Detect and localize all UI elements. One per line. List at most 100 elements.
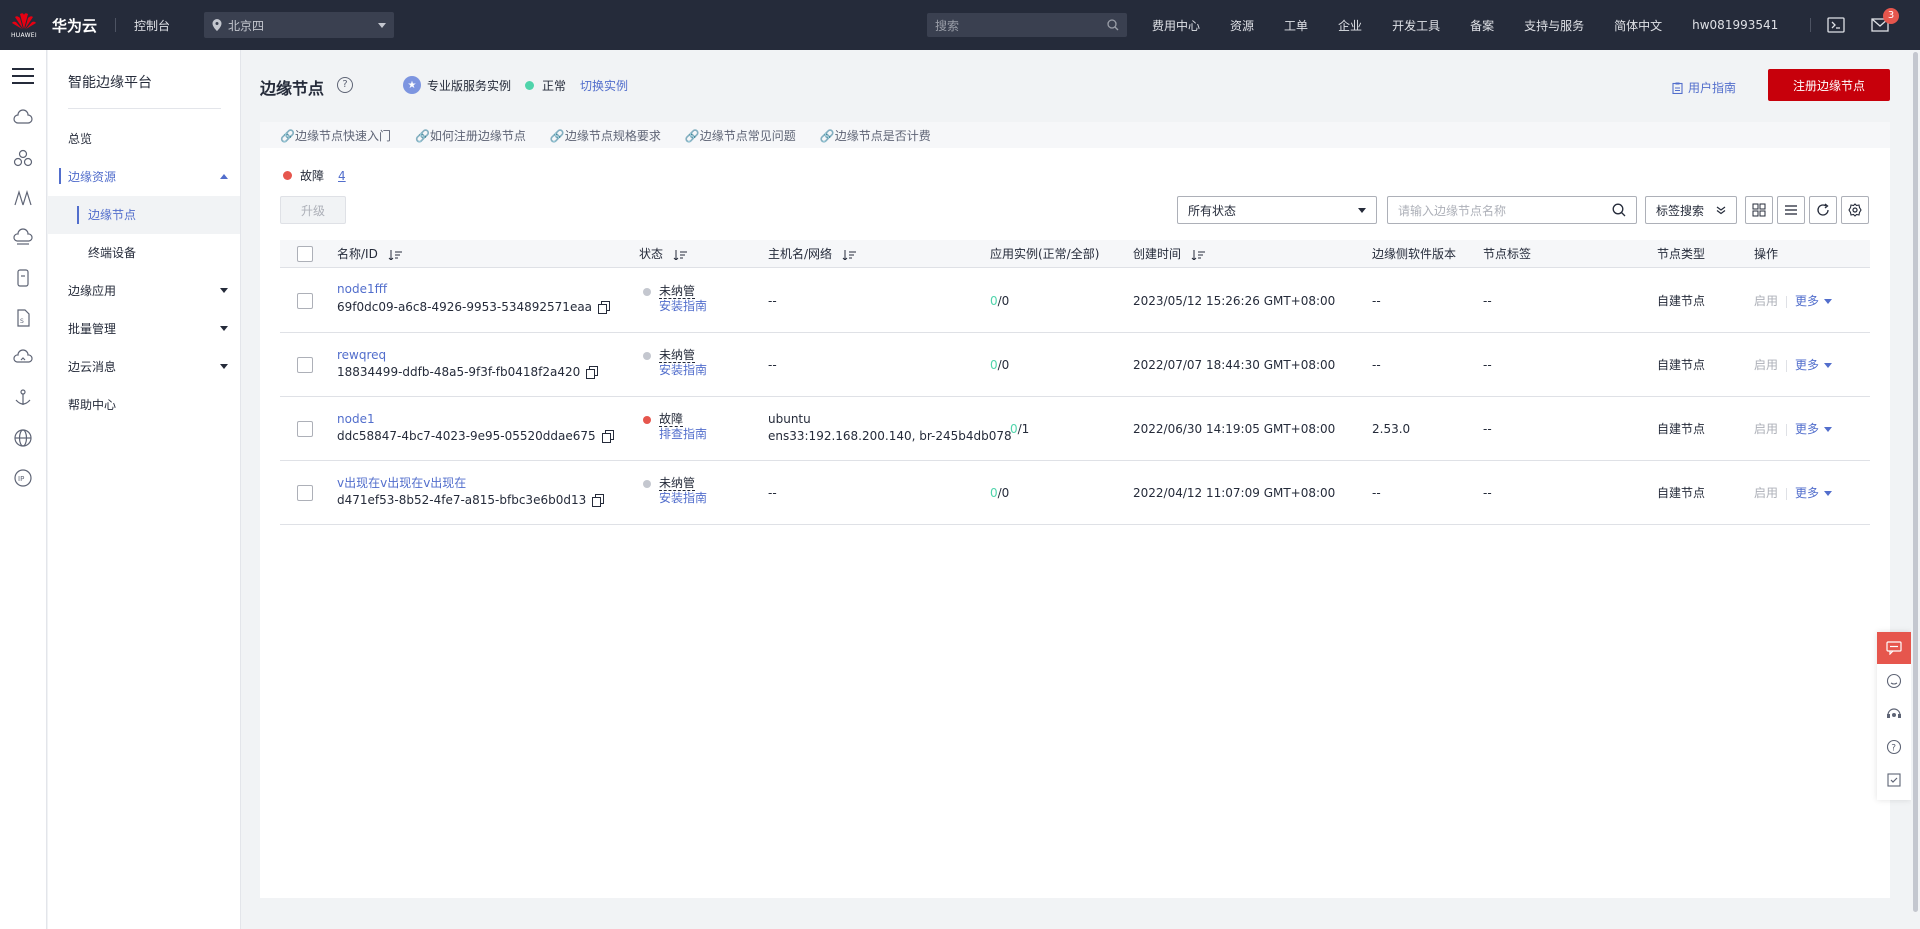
status-filter-select[interactable]: 所有状态 [1177,196,1377,224]
more-dropdown[interactable]: 更多 [1795,358,1833,372]
refresh-button[interactable] [1809,196,1837,224]
node-name-link[interactable]: node1 [337,411,375,427]
copy-icon[interactable] [601,430,614,443]
cluster-icon[interactable] [13,148,33,168]
nav-language[interactable]: 简体中文 [1614,17,1662,34]
checklist-button[interactable] [1877,763,1911,796]
list-view-button[interactable] [1777,196,1805,224]
sidebar-item-edge-apps[interactable]: 边缘应用 [68,281,228,301]
node-name-link[interactable]: node1fff [337,281,387,297]
register-edge-node-button[interactable]: 注册边缘节点 [1768,69,1890,101]
tag-search-button[interactable]: 标签搜索 [1645,196,1737,224]
brand-name[interactable]: 华为云 [52,15,97,36]
help-icon[interactable]: ? [337,77,353,93]
quick-link[interactable]: 🔗如何注册边缘节点 [415,127,526,144]
sidebar-item-edge-cloud-msg[interactable]: 边云消息 [68,357,228,377]
sort-icon [842,249,857,260]
select-all-checkbox[interactable] [297,246,313,262]
nav-dev-tools[interactable]: 开发工具 [1392,17,1440,34]
row-checkbox[interactable] [297,357,313,373]
quick-link[interactable]: 🔗边缘节点规格要求 [550,127,661,144]
column-label: 名称/ID [337,247,378,261]
scrollbar-thumb[interactable] [1913,52,1918,912]
cloud-shell-icon[interactable] [1827,17,1845,33]
sidebar-item-help-center[interactable]: 帮助中心 [68,395,228,415]
ip-icon[interactable]: IP [13,468,33,488]
node-name-search-input[interactable]: 请输入边缘节点名称 [1387,196,1637,224]
cloud-icon[interactable] [13,108,33,128]
svg-text:IP: IP [18,475,24,483]
bridge-icon[interactable] [13,188,33,208]
node-name-link[interactable]: v出现在v出现在v出现在 [337,475,466,491]
region-selector[interactable]: 北京四 [204,12,395,38]
help-button[interactable]: ? [1877,730,1911,763]
actions-cell: 启用 更多 [1754,485,1833,501]
sidebar-item-batch-mgmt[interactable]: 批量管理 [68,319,228,339]
nav-support[interactable]: 支持与服务 [1524,17,1584,34]
copy-icon[interactable] [598,301,611,314]
sidebar-item-label: 边缘应用 [68,284,117,298]
fault-count-link[interactable]: 4 [338,169,346,183]
enable-button[interactable]: 启用 [1754,358,1778,372]
message-button[interactable]: 3 [1871,8,1899,33]
feedback-button[interactable] [1877,664,1911,697]
anchor-icon[interactable] [13,388,33,408]
customer-service-button[interactable] [1877,697,1911,730]
nav-enterprise[interactable]: 企业 [1338,17,1362,34]
globe-icon[interactable] [13,428,33,448]
grid-icon [1752,203,1766,217]
install-guide-link[interactable]: 安装指南 [659,298,707,314]
sidebar-item-edge-resources[interactable]: 边缘资源 [68,167,228,187]
enable-button[interactable]: 启用 [1754,294,1778,308]
quick-link[interactable]: 🔗边缘节点常见问题 [685,127,796,144]
install-guide-link[interactable]: 安装指南 [659,490,707,506]
column-header-name[interactable]: 名称/ID [337,240,402,268]
column-header-created[interactable]: 创建时间 [1133,240,1206,268]
search-icon[interactable] [1107,19,1119,31]
vertical-scrollbar[interactable] [1911,50,1920,929]
grid-view-button[interactable] [1745,196,1773,224]
huawei-logo[interactable]: HUAWEI [0,0,48,50]
nav-tickets[interactable]: 工单 [1284,17,1308,34]
nav-account[interactable]: hw081993541 [1692,18,1778,32]
more-label: 更多 [1795,294,1820,308]
menu-icon[interactable] [12,68,34,84]
column-header-host[interactable]: 主机名/网络 [768,240,857,268]
type-cell: 自建节点 [1657,294,1706,308]
nav-resources[interactable]: 资源 [1230,17,1254,34]
quick-link[interactable]: 🔗边缘节点是否计费 [820,127,931,144]
user-guide-link[interactable]: 用户指南 [1672,79,1736,96]
copy-icon[interactable] [586,366,599,379]
device-icon[interactable] [13,268,33,288]
cloud-disk-icon[interactable] [13,228,33,248]
row-checkbox[interactable] [297,485,313,501]
sidebar-subitem-edge-nodes[interactable]: 边缘节点 [48,196,240,234]
chat-button[interactable] [1877,632,1911,664]
search-icon[interactable] [1612,203,1626,217]
settings-button[interactable] [1841,196,1869,224]
more-dropdown[interactable]: 更多 [1795,294,1833,308]
switch-instance-link[interactable]: 切换实例 [580,77,628,94]
nav-billing[interactable]: 费用中心 [1152,17,1200,34]
more-dropdown[interactable]: 更多 [1795,486,1833,500]
node-name-link[interactable]: rewqreq [337,347,386,363]
actions-cell: 启用 更多 [1754,357,1833,373]
nav-filing[interactable]: 备案 [1470,17,1494,34]
file-icon[interactable]: S [13,308,33,328]
copy-icon[interactable] [592,494,605,507]
more-dropdown[interactable]: 更多 [1795,422,1833,436]
sidebar-subitem-terminal-devices[interactable]: 终端设备 [48,234,240,272]
quick-link[interactable]: 🔗边缘节点快速入门 [280,127,391,144]
enable-button[interactable]: 启用 [1754,486,1778,500]
enable-button[interactable]: 启用 [1754,422,1778,436]
troubleshoot-guide-link[interactable]: 排查指南 [659,426,707,442]
column-header-status[interactable]: 状态 [639,240,688,268]
install-guide-link[interactable]: 安装指南 [659,362,707,378]
cloud-upload-icon[interactable] [13,348,33,368]
upgrade-button[interactable]: 升级 [280,196,346,224]
console-link[interactable]: 控制台 [134,17,170,34]
global-search-input[interactable]: 搜索 [927,13,1127,37]
sidebar-item-overview[interactable]: 总览 [68,129,228,149]
row-checkbox[interactable] [297,293,313,309]
row-checkbox[interactable] [297,421,313,437]
